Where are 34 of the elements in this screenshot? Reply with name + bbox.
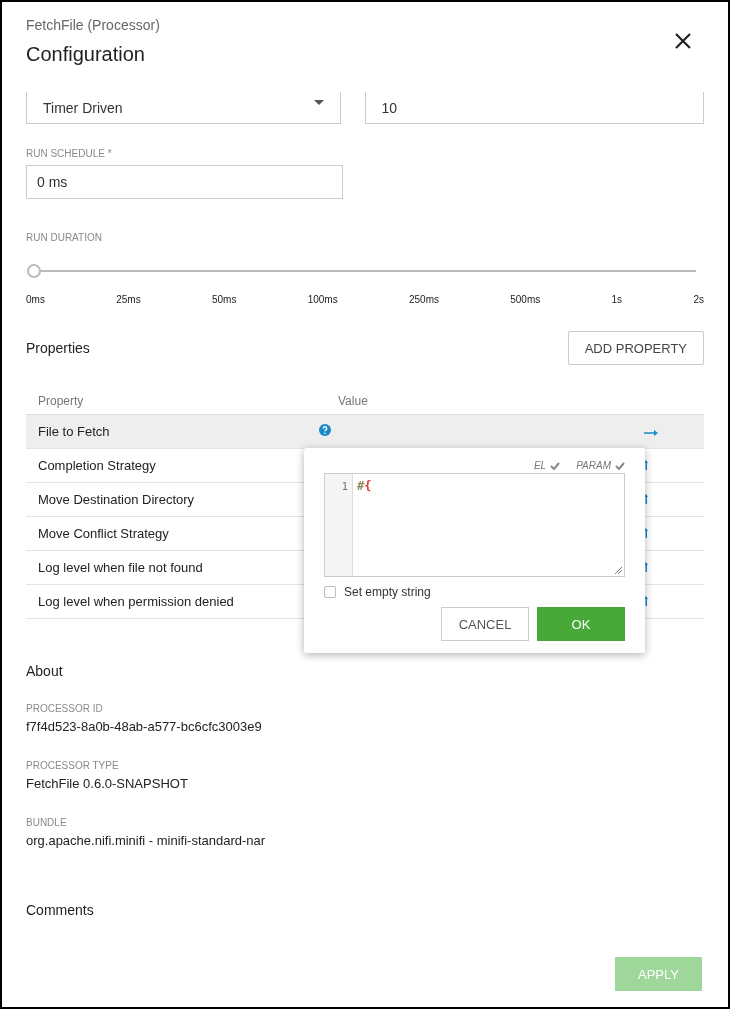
- tick-label: 250ms: [408, 294, 439, 305]
- field-label: RUN DURATION: [26, 232, 103, 243]
- section-title: About: [26, 663, 64, 679]
- property-name: Move Destination Directory: [38, 492, 196, 507]
- field-label: RUN SCHEDULE *: [26, 148, 113, 159]
- column-header: Property: [38, 394, 85, 408]
- field-label: PROCESSOR ID: [26, 703, 104, 714]
- property-name: Log level when permission denied: [38, 594, 235, 609]
- section-title: Comments: [26, 902, 95, 918]
- tick-label: 50ms: [211, 294, 237, 305]
- property-name: Log level when file not found: [38, 560, 204, 575]
- field-value: f7f4d523-8a0b-48ab-a577-bc6cfc3003e9: [26, 719, 263, 734]
- property-name: Completion Strategy: [38, 458, 157, 473]
- dialog-title: Configuration: [26, 43, 146, 66]
- flag-label: EL: [533, 460, 547, 471]
- tick-label: 500ms: [510, 294, 541, 305]
- tick-label: 25ms: [116, 294, 141, 305]
- property-name: File to Fetch: [38, 424, 111, 439]
- property-name: Move Conflict Strategy: [38, 526, 170, 541]
- tick-label: 0ms: [26, 294, 45, 305]
- tick-label: 1s: [611, 294, 623, 305]
- field-label: BUNDLE: [26, 817, 68, 828]
- checkbox-label: Set empty string: [344, 585, 431, 599]
- field-value: FetchFile 0.6.0-SNAPSHOT: [26, 776, 189, 791]
- section-title: Properties: [26, 340, 90, 356]
- flag-label: PARAM: [576, 460, 611, 471]
- code-text: #{: [356, 478, 373, 495]
- processor-subtitle: FetchFile (Processor): [26, 17, 160, 33]
- field-value: org.apache.nifi.minifi - minifi-standard-nar: [26, 833, 267, 848]
- field-label: PROCESSOR TYPE: [26, 760, 120, 771]
- line-number: 1: [341, 480, 348, 493]
- tick-label: 100ms: [307, 294, 338, 305]
- tick-label: 2s: [693, 294, 704, 305]
- column-header: Value: [338, 394, 369, 408]
